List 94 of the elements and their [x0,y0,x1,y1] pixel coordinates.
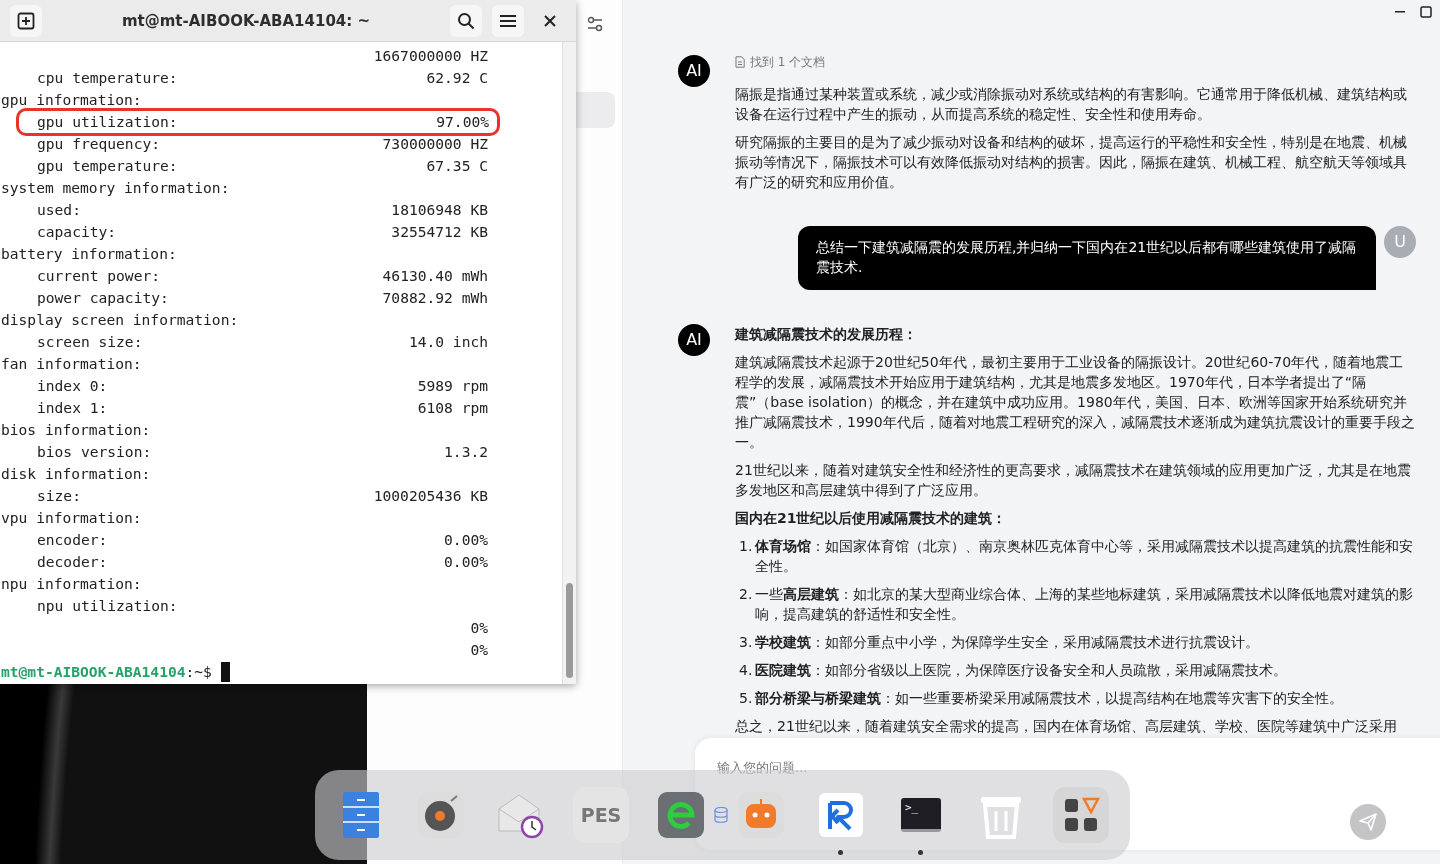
info-label: screen size: [37,332,144,352]
info-value: 67.35 C [426,156,488,176]
paragraph: 建筑减隔震技术起源于20世纪50年代，最初主要用于工业设备的隔振设计。20世纪60-70年代，随着地震工程学的发展，减隔震技术开始应用于建筑结构，尤其是地震多发地区。1970年代，日本学者提出了“隔震”（base isolation）的概念，并在建筑中成功应用。1980年代，美国、日本、欧洲等国家开始系统研究并推广减隔震技术，1990年代后，随着对地震工程研究的深入，减隔震技术逐渐成为建筑抗震设计的重要手段之一。 [735,353,1415,452]
info-value: 0% [470,618,488,638]
assistant-avatar: AI [678,55,710,87]
close-icon [544,14,556,27]
list-item-text: 部分桥梁与桥梁建筑：如一些重要桥梁采用减隔震技术，以提高结构在地震等灾害下的安全性。 [755,689,1343,708]
info-label: bios version: [37,442,153,462]
info-value: 0% [470,640,488,660]
info-value: 97.00% [436,112,489,132]
info-value: 6108 rpm [417,398,488,418]
section-heading: 建筑减隔震技术的发展历程： [735,325,918,344]
minimize-icon [1395,11,1405,13]
info-value: 1667000000 HZ [373,46,488,66]
new-tab-button[interactable] [10,4,42,37]
list-number: 2. [739,585,754,604]
section-heading: npu information: [1,574,143,594]
section-heading: bios information: [1,420,152,440]
list-item-text: 一些高层建筑：如北京的某大型商业综合体、上海的某些地标建筑，采用减隔震技术以降低地震对建筑的影响，提高建筑的舒适性和安全性。 [755,585,1414,624]
paragraph: 研究隔振的主要目的是为了减少振动对设备和结构的破坏，提高运行的平稳性和安全性，特别是在地震、机械振动等情况下，隔振技术可以有效降低振动对结构的损害。因此，隔振在建筑、机械工程、航空航天等领域具有广泛的研究和应用价值。 [735,133,1408,192]
r-shape-logo-icon [819,793,863,837]
info-label: cpu temperature: [37,68,179,88]
section-heading: display screen information: [1,310,240,330]
terminal-app-button[interactable]: >_ [893,787,949,843]
sliders-icon [587,16,603,32]
window-title: mt@mt-AIBOOK-ABA14104: ~ [120,11,372,30]
info-label: gpu frequency: [37,134,161,154]
info-label: encoder: [37,530,109,550]
plus-icon [17,11,35,30]
section-heading: vpu information: [1,508,143,528]
maximize-icon [1420,6,1432,18]
info-value: 0.00% [444,530,488,550]
info-value: 70882.92 mWh [382,288,488,308]
info-value: 5989 rpm [417,376,488,396]
assistant-avatar: AI [678,324,710,356]
question-input-field[interactable]: 输入您的问题... [715,759,1115,776]
search-button[interactable] [450,4,482,37]
settings-button[interactable] [586,15,604,33]
app-grid-icon [1053,787,1109,843]
info-value: 18106948 KB [391,200,488,220]
user-message-bubble: 总结一下建筑减隔震的发展历程,并归纳一下国内在21世纪以后都有哪些建筑使用了减隔震技术. [798,226,1376,290]
prompt-user-host: mt@mt-AIBOOK-ABA14104 [1,662,186,682]
section-heading: gpu information: [1,90,143,110]
list-item-text: 学校建筑：如部分重点中小学，为保障学生安全，采用减隔震技术进行抗震设计。 [755,633,1259,652]
info-label: gpu temperature: [37,156,179,176]
section-heading: system memory information: [1,178,231,198]
list-item-text: 医院建筑：如部分省级以上医院，为保障医疗设备安全和人员疏散，采用减隔震技术。 [755,661,1287,680]
scrollbar-thumb[interactable] [566,583,573,678]
maximize-button[interactable] [1418,4,1434,20]
info-label: capacity: [37,222,118,242]
info-label: current power: [37,266,161,286]
user-avatar: U [1384,226,1416,258]
list-number: 5. [739,689,754,708]
list-number: 1. [739,537,754,556]
text-cursor [220,662,230,682]
menu-icon [499,13,517,28]
scrollbar[interactable] [562,42,576,684]
info-label: size: [37,486,82,506]
source-note: 找到 1 个文档 [750,54,826,71]
info-label: npu utilization: [37,596,179,616]
info-value: 46130.40 mWh [382,266,488,286]
document-icon [735,56,745,68]
info-label: index 1: [37,398,109,418]
prompt-path: :~$ [185,662,212,682]
info-value: 730000000 HZ [382,134,488,154]
info-label: decoder: [37,552,109,572]
section-heading: 国内在21世纪以后使用减隔震技术的建筑： [735,509,1008,528]
info-value: 1000205436 KB [373,486,488,506]
info-value: 14.0 inch [408,332,488,352]
browser-icon [658,792,704,838]
paragraph: 21世纪以来，随着对建筑安全性和经济性的更高要求，减隔震技术在建筑领域的应用更加广泛，尤其是在地震多发地区和高层建筑中得到了广泛应用。 [735,461,1412,500]
info-label: index 0: [37,376,109,396]
list-item-text: 体育场馆：如国家体育馆（北京）、南京奥林匹克体育中心等，采用减隔震技术以提高建筑的抗震性能和安全性。 [755,537,1414,576]
info-value: 62.92 C [426,68,488,88]
list-number: 3. [739,633,754,652]
section-heading: battery information: [1,244,178,264]
info-label: power capacity: [37,288,170,308]
info-label: gpu utilization: [37,112,179,132]
search-icon [457,11,475,30]
info-label: used: [37,200,82,220]
list-number: 4. [739,661,754,680]
database-icon [714,807,728,823]
paper-plane-icon [1359,813,1377,831]
section-heading: disk information: [1,464,152,484]
paragraph: 总之，21世纪以来，随着建筑安全需求的提高，国内在体育场馆、高层建筑、学校、医院等建筑中广泛采用 [735,717,1398,736]
paragraph: 隔振是指通过某种装置或系统，减少或消除振动对系统或结构的有害影响。它通常用于降低机械、建筑结构或设备在运行过程中产生的振动，从而提高系统的稳定性、安全性和使用寿命。 [735,85,1408,124]
robot-icon [738,792,784,838]
menu-button[interactable] [492,4,524,37]
info-value: 1.3.2 [444,442,488,462]
dock-item[interactable] [1053,787,1109,843]
info-value: 0.00% [444,552,488,572]
pes-app-button[interactable]: PES [573,787,629,843]
info-value: 32554712 KB [391,222,488,242]
section-heading: fan information: [1,354,143,374]
